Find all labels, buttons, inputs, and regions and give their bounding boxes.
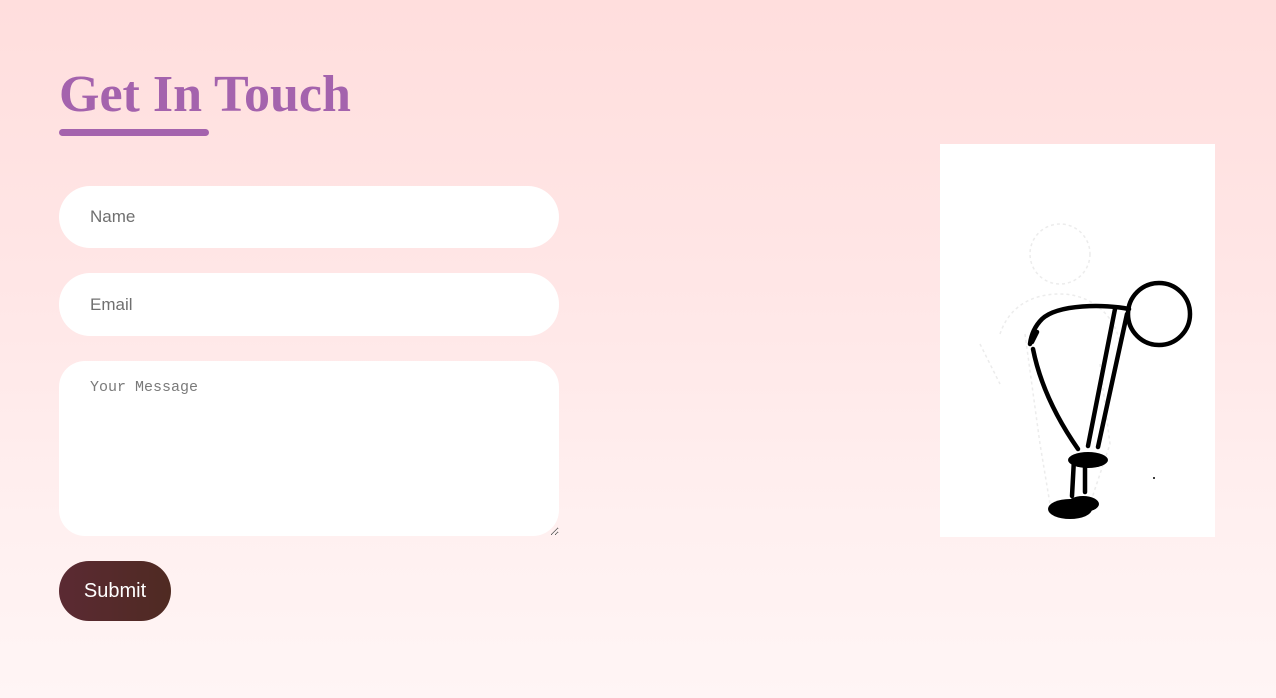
title-underline xyxy=(59,129,209,136)
email-input[interactable] xyxy=(59,273,559,336)
submit-button[interactable]: Submit xyxy=(59,561,171,621)
name-input[interactable] xyxy=(59,186,559,248)
message-textarea[interactable] xyxy=(59,361,559,536)
page-title: Get In Touch xyxy=(59,66,351,123)
bowing-stick-figure-icon xyxy=(979,223,1193,519)
bowing-stick-figure-image xyxy=(940,144,1215,537)
